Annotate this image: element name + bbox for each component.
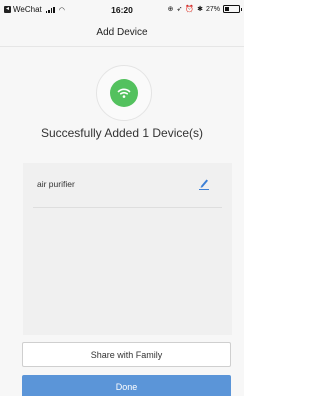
alarm-icon: ⏰ (185, 6, 195, 13)
done-button[interactable]: Done (22, 375, 231, 396)
add-device-screen: ◂ WeChat ◠ 16:20 ⊕ ➶ ⏰ ✱ 27% Add Device (0, 0, 244, 396)
device-list: air purifier (23, 163, 232, 335)
battery-percent: 27% (205, 5, 220, 13)
status-right: ⊕ ➶ ⏰ ✱ 27% (167, 5, 242, 13)
lock-rotation-icon: ⊕ (167, 6, 174, 13)
battery-icon (223, 5, 242, 13)
success-message: Succesfully Added 1 Device(s) (40, 126, 204, 140)
success-area: Succesfully Added 1 Device(s) (0, 47, 244, 157)
location-icon: ➶ (176, 6, 183, 13)
share-with-family-button[interactable]: Share with Family (22, 342, 231, 367)
nav-bar: Add Device (0, 20, 244, 47)
list-item[interactable]: air purifier (33, 163, 222, 208)
pencil-icon[interactable] (198, 177, 210, 191)
status-bar: ◂ WeChat ◠ 16:20 ⊕ ➶ ⏰ ✱ 27% (0, 0, 244, 20)
page-title: Add Device (96, 27, 148, 38)
wifi-icon (110, 79, 138, 107)
bluetooth-icon: ✱ (197, 6, 203, 13)
device-name: air purifier (37, 179, 75, 189)
